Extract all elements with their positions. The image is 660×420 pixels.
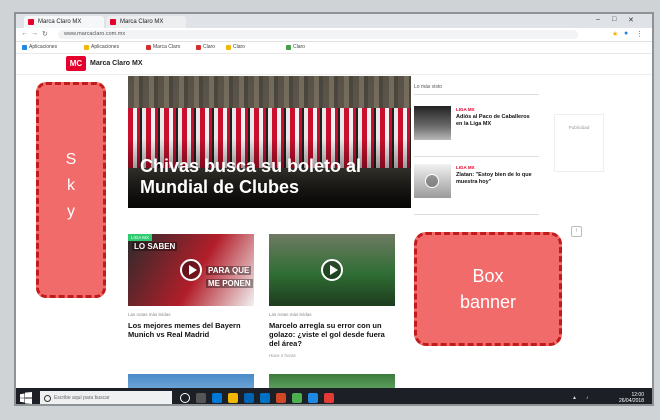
sidebar-thumb — [414, 164, 451, 198]
back-icon[interactable]: ← — [21, 30, 28, 37]
taskbar-clock[interactable]: 12:00 26/04/2018 — [619, 392, 644, 404]
browser-toolbar: ← → ↻ www.marcaclaro.com.mx ★ ● ⋮ — [16, 28, 652, 42]
favicon-icon — [28, 19, 34, 25]
card-meta: Las notas más leídas — [269, 312, 312, 317]
browser-tab[interactable]: Marca Claro MX — [24, 16, 104, 28]
sky-letter: k — [67, 177, 75, 194]
divider — [414, 94, 539, 95]
sidebar-ad-slot: Publicidad — [554, 114, 604, 172]
windows-taskbar: Escribe aquí para buscar ▲ ♪ 12:00 26/04… — [16, 388, 652, 404]
box-banner-label: Box — [472, 266, 504, 286]
card-overlay-text: LO SABEN — [132, 242, 178, 251]
browser-screen: Marca Claro MX Marca Claro MX – □ ✕ ← → … — [14, 12, 654, 406]
sidebar-headline[interactable]: Adiós al Paco de Caballeros en la Liga M… — [456, 114, 536, 127]
site-header: MC Marca Claro MX — [16, 54, 652, 75]
office-icon[interactable] — [276, 393, 286, 403]
volume-icon[interactable]: ♪ — [586, 395, 589, 401]
card-headline[interactable]: Marcelo arregla su error con un golazo: … — [269, 321, 397, 348]
close-icon[interactable]: ✕ — [628, 16, 634, 24]
sidebar-tag: LIGA MX — [456, 107, 475, 112]
tab-title: Marca Claro MX — [120, 19, 164, 25]
sidebar-tag: LIGA MX — [456, 165, 475, 170]
hero-headline[interactable]: Chivas busca su boleto al Mundial de Clu… — [140, 156, 405, 198]
sky-ad-annotation: S k y — [36, 82, 106, 298]
bookmark-item[interactable]: Aplicaciones — [22, 44, 57, 51]
browser-tab[interactable]: Marca Claro MX — [106, 16, 186, 28]
edge-icon[interactable] — [212, 393, 222, 403]
card-headline[interactable]: Los mejores memes del Bayern Munich vs R… — [128, 321, 256, 339]
bookmark-item[interactable]: Claro — [286, 44, 305, 51]
sidebar-heading: Lo más visto — [414, 84, 443, 90]
cortana-icon[interactable] — [180, 393, 190, 403]
bookmark-item[interactable]: Claro — [196, 44, 215, 51]
network-icon[interactable]: ▲ — [572, 395, 577, 401]
app-icon[interactable] — [308, 393, 318, 403]
app-icon[interactable] — [324, 393, 334, 403]
favicon-icon — [110, 19, 116, 25]
card-meta: Las notas más leídas — [128, 312, 171, 317]
divider — [414, 156, 539, 157]
mail-icon[interactable] — [260, 393, 270, 403]
taskbar-search[interactable]: Escribe aquí para buscar — [40, 391, 172, 404]
sidebar-item[interactable]: LIGA MX Zlatan: "Estoy bien de lo que mu… — [414, 164, 539, 202]
folder-icon[interactable] — [228, 393, 238, 403]
task-view-icon[interactable] — [196, 393, 206, 403]
card-overlay-text: PARA QUE — [206, 266, 252, 275]
box-banner-annotation: Box banner — [414, 232, 562, 346]
bookmark-item[interactable]: Marca Claro — [146, 44, 180, 51]
sidebar-item[interactable]: LIGA MX Adiós al Paco de Caballeros en l… — [414, 106, 539, 144]
bookmark-item[interactable]: Aplicaciones — [84, 44, 119, 51]
sidebar-thumb — [414, 106, 451, 140]
minimize-icon[interactable]: – — [596, 16, 600, 23]
menu-icon[interactable]: ⋮ — [636, 30, 643, 38]
divider — [414, 214, 539, 215]
forward-icon[interactable]: → — [31, 30, 38, 37]
box-banner-label: banner — [459, 292, 517, 312]
card-overlay-text: ME PONEN — [206, 279, 253, 288]
sky-letter: y — [67, 203, 75, 220]
store-icon[interactable] — [244, 393, 254, 403]
card-tag: LIGA MX — [128, 234, 153, 241]
chrome-icon[interactable] — [292, 393, 302, 403]
video-card[interactable] — [269, 234, 395, 306]
clock-date: 26/04/2018 — [618, 398, 644, 404]
card-date: Hace 2 horas — [269, 353, 296, 358]
sky-letter: S — [65, 151, 77, 168]
play-icon[interactable] — [425, 174, 439, 188]
play-icon[interactable] — [321, 259, 343, 281]
hero-story[interactable]: Chivas busca su boleto al Mundial de Clu… — [128, 76, 411, 208]
extension-icon[interactable]: ● — [624, 30, 628, 37]
address-bar[interactable]: www.marcaclaro.com.mx — [58, 30, 578, 39]
star-icon[interactable]: ★ — [612, 30, 618, 38]
site-logo[interactable]: MC — [66, 56, 86, 71]
reload-icon[interactable]: ↻ — [42, 30, 48, 38]
share-icon[interactable]: ↑ — [571, 226, 582, 237]
sidebar-headline[interactable]: Zlatan: "Estoy bien de lo que muestra ho… — [456, 172, 536, 185]
tab-title: Marca Claro MX — [38, 19, 82, 25]
video-card[interactable]: LIGA MX LO SABEN PARA QUE ME PONEN — [128, 234, 254, 306]
laptop-frame: Marca Claro MX Marca Claro MX – □ ✕ ← → … — [0, 0, 660, 420]
browser-tab-strip: Marca Claro MX Marca Claro MX – □ ✕ — [16, 14, 652, 28]
maximize-icon[interactable]: □ — [612, 16, 616, 23]
bookmark-item[interactable]: Claro — [226, 44, 245, 51]
windows-start-icon-right[interactable] — [25, 392, 32, 404]
bookmarks-bar: Aplicaciones Aplicaciones Marca Claro Cl… — [16, 42, 652, 54]
play-icon[interactable] — [180, 259, 202, 281]
site-name[interactable]: Marca Claro MX — [90, 60, 143, 67]
